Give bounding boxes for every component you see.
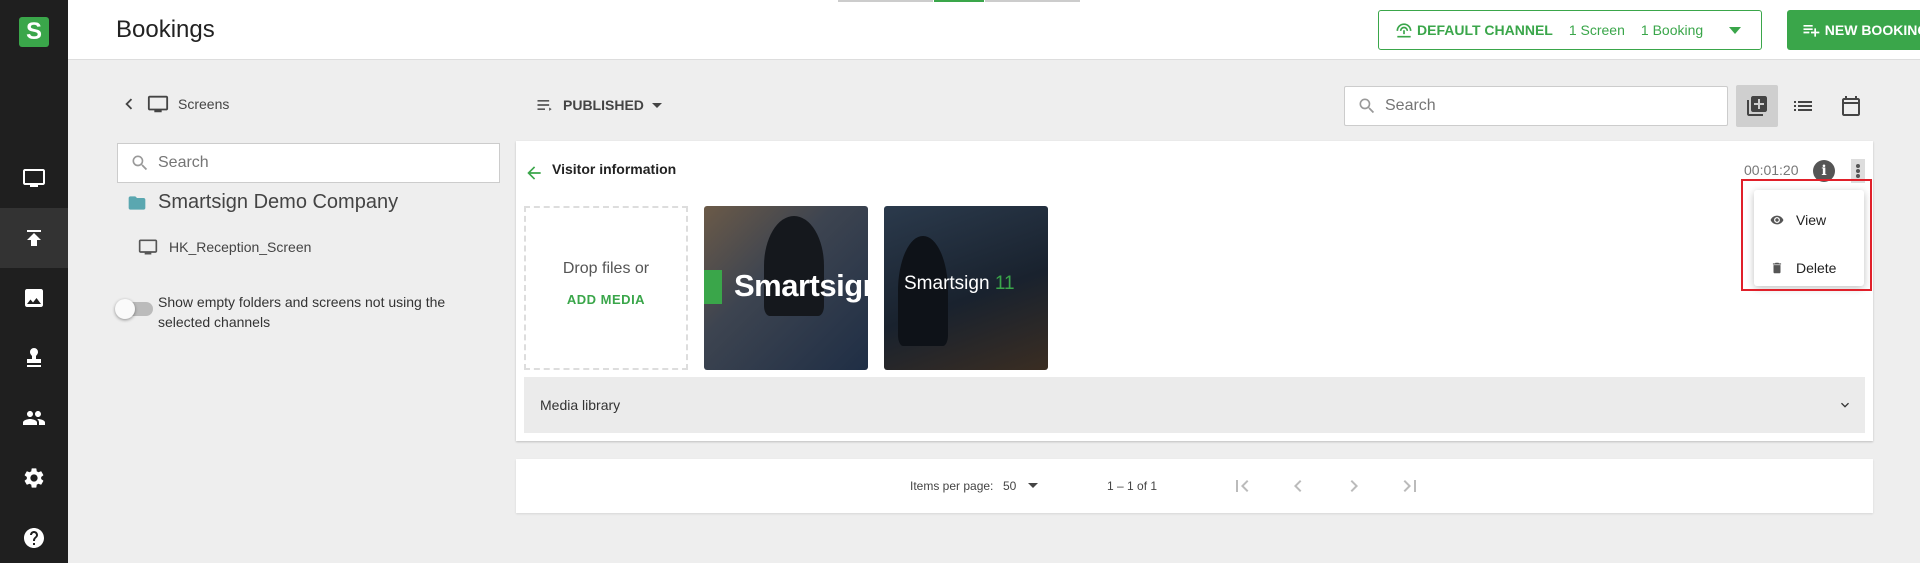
show-empty-toggle[interactable] (115, 299, 153, 319)
list-view-button[interactable] (1782, 85, 1824, 127)
folder-name: Smartsign Demo Company (158, 191, 399, 213)
chevron-down-icon (1729, 26, 1742, 34)
tab-indicator (838, 0, 933, 2)
first-page-button[interactable] (1230, 474, 1254, 498)
bookings-search (1344, 86, 1728, 126)
toggle-knob (115, 299, 135, 319)
prev-page-button[interactable] (1286, 474, 1310, 498)
channel-booking-count: 1 Booking (1640, 22, 1704, 38)
breadcrumb-label[interactable]: Screens (178, 96, 229, 112)
channel-screen-count: 1 Screen (1568, 22, 1625, 38)
thumbnail-brand-text: Smartsign (734, 268, 868, 303)
users-icon (23, 411, 45, 425)
help-icon (24, 528, 44, 548)
screens-search (117, 143, 500, 183)
add-media-link[interactable]: ADD MEDIA (526, 292, 686, 307)
chevron-down-icon (1837, 397, 1853, 413)
status-filter-label: PUBLISHED (563, 97, 644, 113)
chevron-left-icon (1294, 480, 1302, 492)
highlight-box (1741, 179, 1872, 291)
next-page-button[interactable] (1342, 474, 1366, 498)
booking-duration: 00:01:20 (1744, 162, 1799, 178)
show-empty-toggle-row: Show empty folders and screens not using… (115, 292, 488, 332)
screens-search-input[interactable] (158, 154, 458, 172)
filter-list-icon (537, 100, 552, 111)
nav-settings[interactable] (0, 448, 68, 508)
search-icon (132, 155, 148, 171)
gear-icon (24, 468, 44, 488)
image-icon (25, 289, 43, 307)
items-per-page-value[interactable]: 50 (1003, 479, 1016, 493)
tab-indicator-active (934, 0, 984, 2)
broadcast-icon (1396, 23, 1412, 38)
app-logo[interactable]: S (19, 17, 49, 47)
dropzone-text: Drop files or (562, 260, 650, 277)
items-per-page-label: Items per page: (910, 479, 994, 493)
arrow-back-icon[interactable] (524, 163, 544, 183)
brand-name: Smartsign (904, 273, 990, 294)
toggle-label: Show empty folders and screens not using… (158, 294, 446, 330)
publish-icon (27, 230, 41, 246)
chevron-right-icon (1350, 480, 1358, 492)
new-booking-button[interactable]: NEW BOOKING (1787, 10, 1920, 50)
page-title: Bookings (116, 16, 215, 43)
playlist-add-icon (1803, 25, 1820, 37)
chevron-down-icon[interactable] (1028, 483, 1038, 488)
stamp-icon (27, 348, 41, 367)
folder-item[interactable]: Smartsign Demo Company (126, 191, 398, 214)
channel-name: DEFAULT CHANNEL (1417, 22, 1553, 38)
thumbnail-brand-text: Smartsign 11 (904, 273, 1015, 295)
pagination-bar: Items per page: 50 1 – 1 of 1 (516, 459, 1873, 513)
monitor-icon (147, 95, 169, 113)
media-thumbnail[interactable]: Smartsign (704, 206, 868, 370)
nav-users[interactable] (0, 388, 68, 448)
bookings-search-input[interactable] (1385, 97, 1685, 115)
nav-media[interactable] (0, 268, 68, 328)
nav-help[interactable] (0, 508, 68, 563)
nav-publish[interactable] (0, 208, 68, 268)
nav-rail: S (0, 0, 68, 563)
back-chevron-icon[interactable] (118, 93, 140, 115)
calendar-view-button[interactable] (1830, 85, 1872, 127)
channel-selector[interactable]: DEFAULT CHANNEL 1 Screen 1 Booking (1378, 10, 1762, 50)
screen-item[interactable]: HK_Reception_Screen (137, 237, 311, 257)
last-page-button[interactable] (1398, 474, 1422, 498)
last-page-icon (1403, 480, 1416, 492)
new-booking-label: NEW BOOKING (1824, 22, 1920, 38)
tab-indicator (985, 0, 1080, 2)
status-filter[interactable]: PUBLISHED (535, 95, 662, 115)
chevron-down-icon (651, 102, 662, 108)
list-icon (1794, 101, 1812, 111)
media-dropzone[interactable]: Drop files or ADD MEDIA (524, 206, 688, 370)
monitor-icon (23, 169, 45, 187)
booking-card: Visitor information 00:01:20 i Drop file… (516, 141, 1873, 441)
monitor-icon (138, 239, 158, 255)
nav-stamp[interactable] (0, 328, 68, 388)
top-header: Bookings DEFAULT CHANNEL 1 Screen 1 Book… (68, 0, 1920, 60)
brand-mark (704, 270, 722, 304)
first-page-icon (1236, 480, 1249, 492)
search-icon (1359, 98, 1375, 114)
breadcrumb: Screens (118, 93, 229, 115)
brand-number: 11 (994, 273, 1015, 294)
card-view-button[interactable] (1736, 85, 1778, 127)
calendar-icon (1842, 96, 1860, 116)
media-library-label: Media library (540, 397, 621, 413)
add-box-icon (1747, 96, 1767, 116)
media-library-panel[interactable]: Media library (524, 377, 1865, 433)
nav-screens[interactable] (0, 148, 68, 208)
media-thumbnail[interactable]: Smartsign 11 (884, 206, 1048, 370)
screen-name: HK_Reception_Screen (169, 239, 312, 255)
folder-icon (128, 195, 146, 210)
booking-title: Visitor information (552, 161, 677, 177)
page-range: 1 – 1 of 1 (1107, 479, 1158, 493)
